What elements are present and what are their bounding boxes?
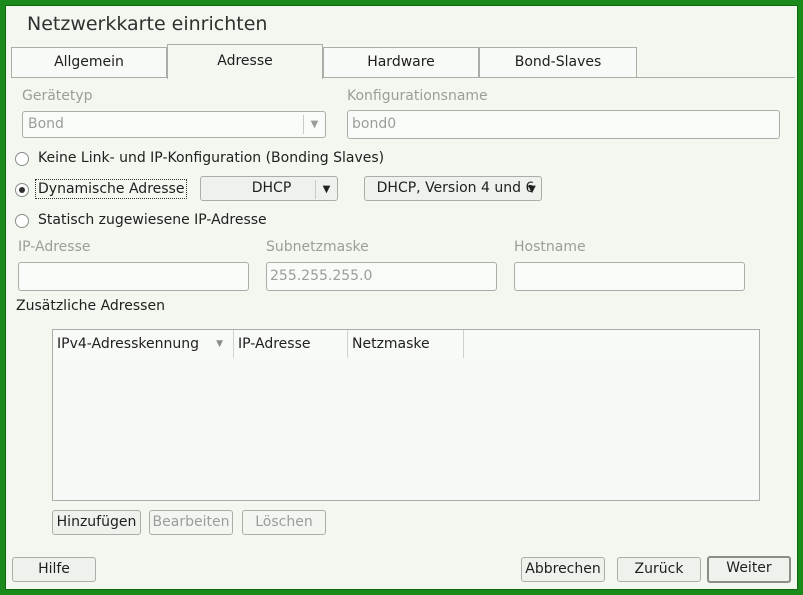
additional-addresses-table[interactable]: IPv4-Adresskennung ▼ IP-Adresse Netzmask… <box>52 329 760 501</box>
chevron-down-icon: ▼ <box>303 115 325 134</box>
edit-button[interactable]: Bearbeiten <box>149 510 233 535</box>
hostname-label: Hostname <box>514 239 586 255</box>
config-name-field[interactable]: bond0 <box>347 110 780 139</box>
no-link-label[interactable]: Keine Link- und IP-Konfiguration (Bondin… <box>38 150 384 166</box>
no-link-radio[interactable] <box>15 152 29 166</box>
help-button[interactable]: Hilfe <box>12 557 96 582</box>
tab-allgemein[interactable]: Allgemein <box>11 47 167 78</box>
tab-adresse[interactable]: Adresse <box>167 44 323 79</box>
dialog-title: Netzwerkkarte einrichten <box>27 13 268 35</box>
tab-hardware[interactable]: Hardware <box>323 47 479 78</box>
chevron-down-icon: ▼ <box>315 180 337 199</box>
dhcp-method-value: DHCP <box>251 180 292 196</box>
back-button[interactable]: Zurück <box>617 557 701 582</box>
column-header-ipv4-label[interactable]: IPv4-Adresskennung ▼ <box>53 330 234 358</box>
ip-address-label: IP-Adresse <box>18 239 91 255</box>
add-button[interactable]: Hinzufügen <box>52 510 141 535</box>
static-address-label[interactable]: Statisch zugewiesene IP-Adresse <box>38 212 267 228</box>
delete-button[interactable]: Löschen <box>242 510 326 535</box>
device-type-select[interactable]: Bond ▼ <box>22 111 326 138</box>
column-header-label: IPv4-Adresskennung <box>57 336 199 352</box>
dhcp-version-select[interactable]: DHCP, Version 4 und 6 ▼ <box>364 176 542 201</box>
cancel-button[interactable]: Abbrechen <box>521 557 605 582</box>
column-header-netmask[interactable]: Netzmaske <box>348 330 464 358</box>
dhcp-version-value: DHCP, Version 4 und 6 <box>376 180 535 196</box>
dhcp-method-select[interactable]: DHCP ▼ <box>200 176 338 201</box>
ip-address-field[interactable] <box>18 262 249 291</box>
static-address-radio[interactable] <box>15 214 29 228</box>
dynamic-address-radio[interactable] <box>15 183 29 197</box>
dialog-window: Netzwerkkarte einrichten Allgemein Adres… <box>5 5 798 590</box>
chevron-down-icon: ▼ <box>528 184 536 195</box>
dynamic-address-label[interactable]: Dynamische Adresse <box>34 179 188 199</box>
column-header-ip-address[interactable]: IP-Adresse <box>234 330 348 358</box>
column-header-filler <box>464 330 759 358</box>
subnet-mask-field[interactable]: 255.255.255.0 <box>266 262 497 291</box>
additional-addresses-heading: Zusätzliche Adressen <box>16 298 165 314</box>
subnet-mask-label: Subnetzmaske <box>266 239 369 255</box>
device-type-value: Bond <box>28 116 64 132</box>
sort-down-icon: ▼ <box>216 339 223 349</box>
tab-bond-slaves[interactable]: Bond-Slaves <box>479 47 637 78</box>
hostname-field[interactable] <box>514 262 745 291</box>
device-type-label: Gerätetyp <box>22 88 93 104</box>
config-name-label: Konfigurationsname <box>347 88 488 104</box>
next-button[interactable]: Weiter <box>707 556 791 583</box>
